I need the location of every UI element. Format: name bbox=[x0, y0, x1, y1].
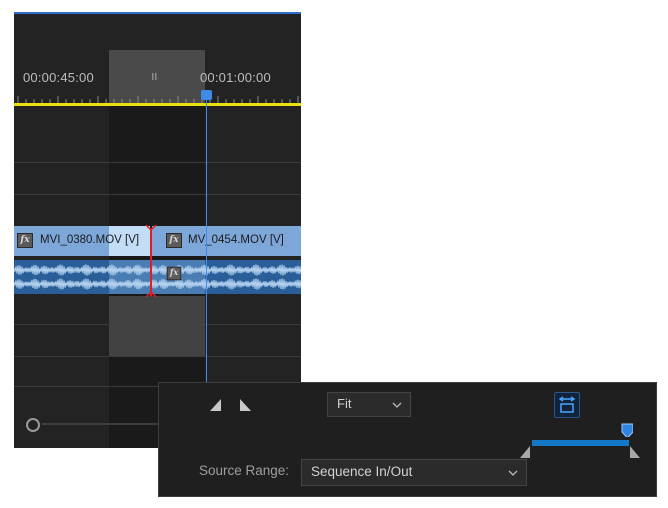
source-range-value: Sequence In/Out bbox=[311, 464, 413, 479]
range-in-handle[interactable] bbox=[519, 445, 531, 459]
waveform-channel bbox=[14, 264, 301, 276]
playhead-handle[interactable] bbox=[201, 90, 212, 100]
clip-label-left: MVI_0380.MOV [V] bbox=[40, 234, 140, 246]
export-settings-panel: Fit Source Range: Sequence In/Out bbox=[158, 382, 657, 497]
source-range-track[interactable] bbox=[532, 440, 629, 446]
timecode-right: 00:01:00:00 bbox=[200, 70, 271, 85]
fx-icon: fx bbox=[166, 233, 182, 248]
fx-icon: fx bbox=[166, 266, 182, 281]
fx-icon: fx bbox=[17, 233, 33, 248]
audio-waveform bbox=[14, 264, 301, 290]
waveform-channel bbox=[14, 278, 301, 290]
edit-point-marker[interactable] bbox=[150, 228, 152, 296]
step-forward-icon[interactable] bbox=[239, 398, 253, 412]
fit-frame-icon bbox=[558, 396, 576, 413]
track-divider bbox=[14, 194, 301, 195]
chevron-down-icon bbox=[508, 470, 518, 476]
edit-point-bottom-icon bbox=[145, 290, 157, 298]
playhead-marker-icon[interactable] bbox=[621, 423, 633, 437]
empty-track-region bbox=[109, 296, 205, 356]
track-divider bbox=[14, 356, 301, 357]
source-range-label: Source Range: bbox=[199, 463, 290, 478]
track-divider bbox=[14, 162, 301, 163]
step-back-icon[interactable] bbox=[209, 398, 223, 412]
work-area-bar[interactable] bbox=[14, 103, 301, 106]
zoom-scrollbar-handle[interactable] bbox=[26, 418, 40, 432]
fit-frame-button[interactable] bbox=[554, 392, 580, 418]
edit-point-top-icon bbox=[145, 224, 157, 232]
range-out-handle[interactable] bbox=[629, 445, 641, 459]
grip-icon bbox=[152, 73, 157, 80]
clip-label-right: MV_0454.MOV [V] bbox=[188, 234, 284, 246]
chevron-down-icon bbox=[392, 402, 402, 408]
source-range-select[interactable]: Sequence In/Out bbox=[301, 459, 527, 486]
zoom-select[interactable]: Fit bbox=[327, 392, 411, 417]
timecode-left: 00:00:45:00 bbox=[23, 70, 94, 85]
zoom-select-value: Fit bbox=[337, 396, 352, 411]
